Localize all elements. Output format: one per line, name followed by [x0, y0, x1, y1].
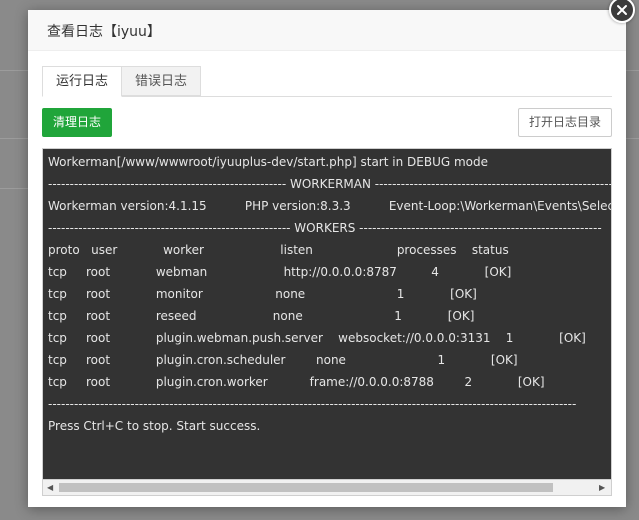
close-icon	[617, 5, 627, 15]
tab-error-log[interactable]: 错误日志	[121, 66, 201, 96]
log-line: ----------------------------------------…	[48, 177, 612, 191]
log-tabs: 运行日志 错误日志	[42, 66, 612, 97]
tab-run-log[interactable]: 运行日志	[42, 66, 122, 97]
open-log-directory-button[interactable]: 打开日志目录	[518, 108, 612, 137]
log-line: tcp root reseed none 1 [OK]	[48, 309, 475, 323]
log-line: tcp root webman http://0.0.0.0:8787 4 [O…	[48, 265, 512, 279]
log-line: ----------------------------------------…	[48, 221, 602, 235]
scroll-right-icon[interactable]: ▶	[599, 483, 605, 492]
log-line: tcp root plugin.cron.scheduler none 1 [O…	[48, 353, 518, 367]
log-modal: 查看日志【iyuu】 运行日志 错误日志 清理日志 打开日志目录 Workerm…	[28, 10, 626, 507]
horizontal-scrollbar[interactable]: ◀ ▶	[42, 479, 612, 496]
log-output[interactable]: Workerman[/www/wwwroot/iyuuplus-dev/star…	[42, 148, 612, 489]
modal-title: 查看日志【iyuu】	[47, 24, 161, 40]
modal-header: 查看日志【iyuu】	[28, 10, 626, 51]
background-divider	[0, 188, 28, 189]
log-line: tcp root plugin.webman.push.server webso…	[48, 331, 586, 345]
log-line: tcp root monitor none 1 [OK]	[48, 287, 477, 301]
log-line: proto user worker listen processes statu…	[48, 243, 509, 257]
log-line: Workerman[/www/wwwroot/iyuuplus-dev/star…	[48, 155, 488, 169]
clear-log-button[interactable]: 清理日志	[42, 108, 112, 137]
scrollbar-thumb[interactable]	[59, 483, 553, 492]
background-divider	[626, 70, 639, 71]
background-divider	[0, 70, 28, 71]
log-line: Press Ctrl+C to stop. Start success.	[48, 419, 261, 433]
log-line: ----------------------------------------…	[48, 397, 577, 411]
scroll-left-icon[interactable]: ◀	[47, 483, 53, 492]
log-line: Workerman version:4.1.15 PHP version:8.3…	[48, 199, 612, 213]
background-divider	[626, 138, 639, 139]
background-divider	[0, 138, 28, 139]
log-line: tcp root plugin.cron.worker frame://0.0.…	[48, 375, 545, 389]
